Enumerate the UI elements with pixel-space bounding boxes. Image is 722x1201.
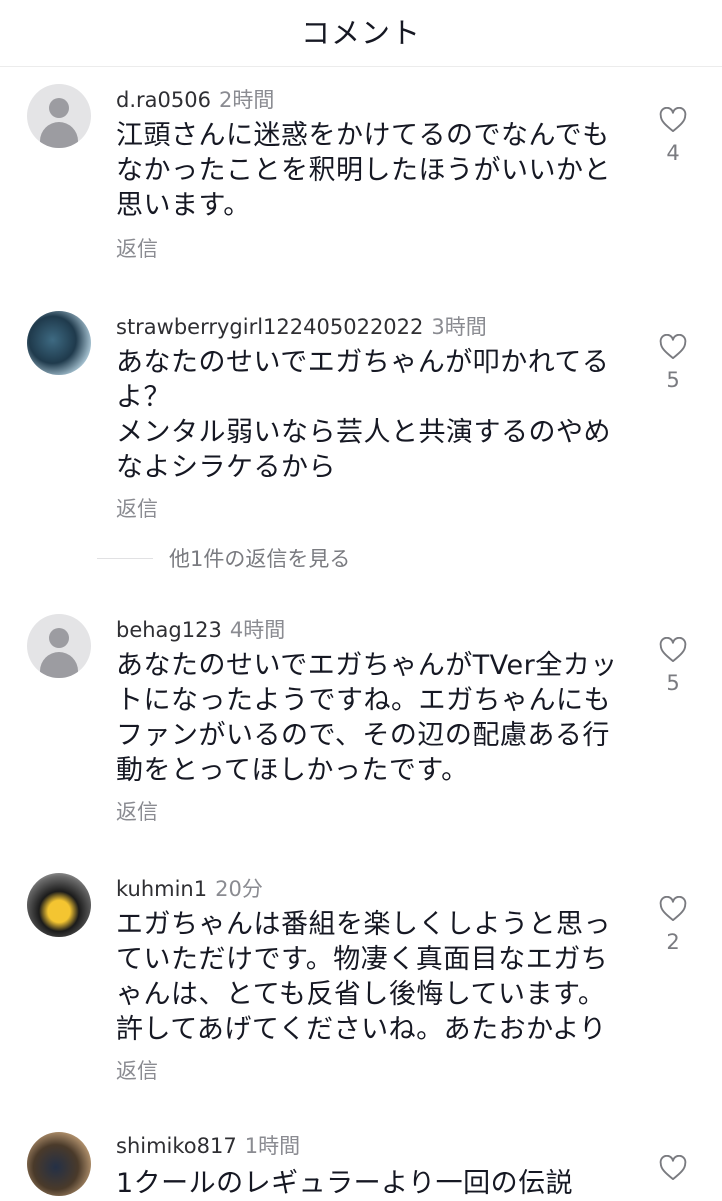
timestamp: 1時間 (244, 1134, 301, 1158)
header: コメント (0, 0, 722, 67)
view-more-replies-label[interactable]: 他1件の返信を見る (169, 543, 350, 573)
comment-meta: behag123 4時間 (116, 614, 285, 644)
avatar[interactable] (27, 1132, 91, 1196)
comment-text: あなたのせいでエガちゃんがTVer全カッ トになったようですね。エガちゃんにも … (116, 650, 618, 786)
reply-button[interactable]: 返信 (116, 233, 158, 263)
heart-outline-icon (659, 107, 687, 133)
username[interactable]: behag123 (116, 618, 222, 642)
like-button[interactable]: 4 (652, 107, 694, 165)
reply-button[interactable]: 返信 (116, 796, 158, 826)
user-silhouette-body (40, 122, 78, 148)
divider (97, 558, 153, 559)
avatar[interactable] (27, 311, 91, 375)
heart-outline-icon (659, 896, 687, 922)
username[interactable]: kuhmin1 (116, 877, 207, 901)
avatar[interactable] (27, 873, 91, 937)
like-button[interactable]: 5 (652, 334, 694, 392)
like-count: 4 (666, 141, 680, 165)
heart-outline-icon (659, 334, 687, 360)
comment-meta: kuhmin1 20分 (116, 873, 263, 903)
reply-button[interactable]: 返信 (116, 493, 158, 523)
username[interactable]: d.ra0506 (116, 88, 211, 112)
avatar[interactable] (27, 84, 91, 148)
like-count: 2 (666, 930, 680, 954)
comment-text: 1クールのレギュラーより一回の伝説 (116, 1168, 574, 1199)
like-count: 5 (666, 368, 680, 392)
comment-meta: shimiko817 1時間 (116, 1130, 300, 1160)
timestamp: 4時間 (229, 618, 286, 642)
comment-text: エガちゃんは番組を楽しくしようと思っ ていただけです。物凄く真面目なエガち ゃん… (116, 909, 611, 1045)
comment-text: 江頭さんに迷惑をかけてるのでなんでも なかったことを釈明したほうがいいかと 思い… (116, 120, 611, 221)
like-button[interactable]: 2 (652, 896, 694, 954)
comment-meta: d.ra0506 2時間 (116, 84, 274, 114)
reply-button[interactable]: 返信 (116, 1055, 158, 1085)
timestamp: 20分 (215, 877, 263, 901)
user-silhouette-icon (49, 628, 69, 648)
avatar[interactable] (27, 614, 91, 678)
timestamp: 3時間 (431, 315, 487, 339)
user-silhouette-icon (49, 98, 69, 118)
page-title: コメント (300, 16, 421, 50)
user-silhouette-body (40, 652, 78, 678)
heart-outline-icon (659, 1155, 687, 1181)
like-button[interactable]: 5 (652, 637, 694, 695)
comment-text: あなたのせいでエガちゃんが叩かれてる よ？ メンタル弱いなら芸人と共演するのやめ… (116, 347, 611, 483)
like-button[interactable] (652, 1155, 694, 1181)
comment-meta: strawberrygirl122405022022 3時間 (116, 311, 487, 341)
username[interactable]: strawberrygirl122405022022 (116, 315, 423, 339)
heart-outline-icon (659, 637, 687, 663)
username[interactable]: shimiko817 (116, 1134, 237, 1158)
like-count: 5 (666, 671, 680, 695)
timestamp: 2時間 (218, 88, 275, 112)
